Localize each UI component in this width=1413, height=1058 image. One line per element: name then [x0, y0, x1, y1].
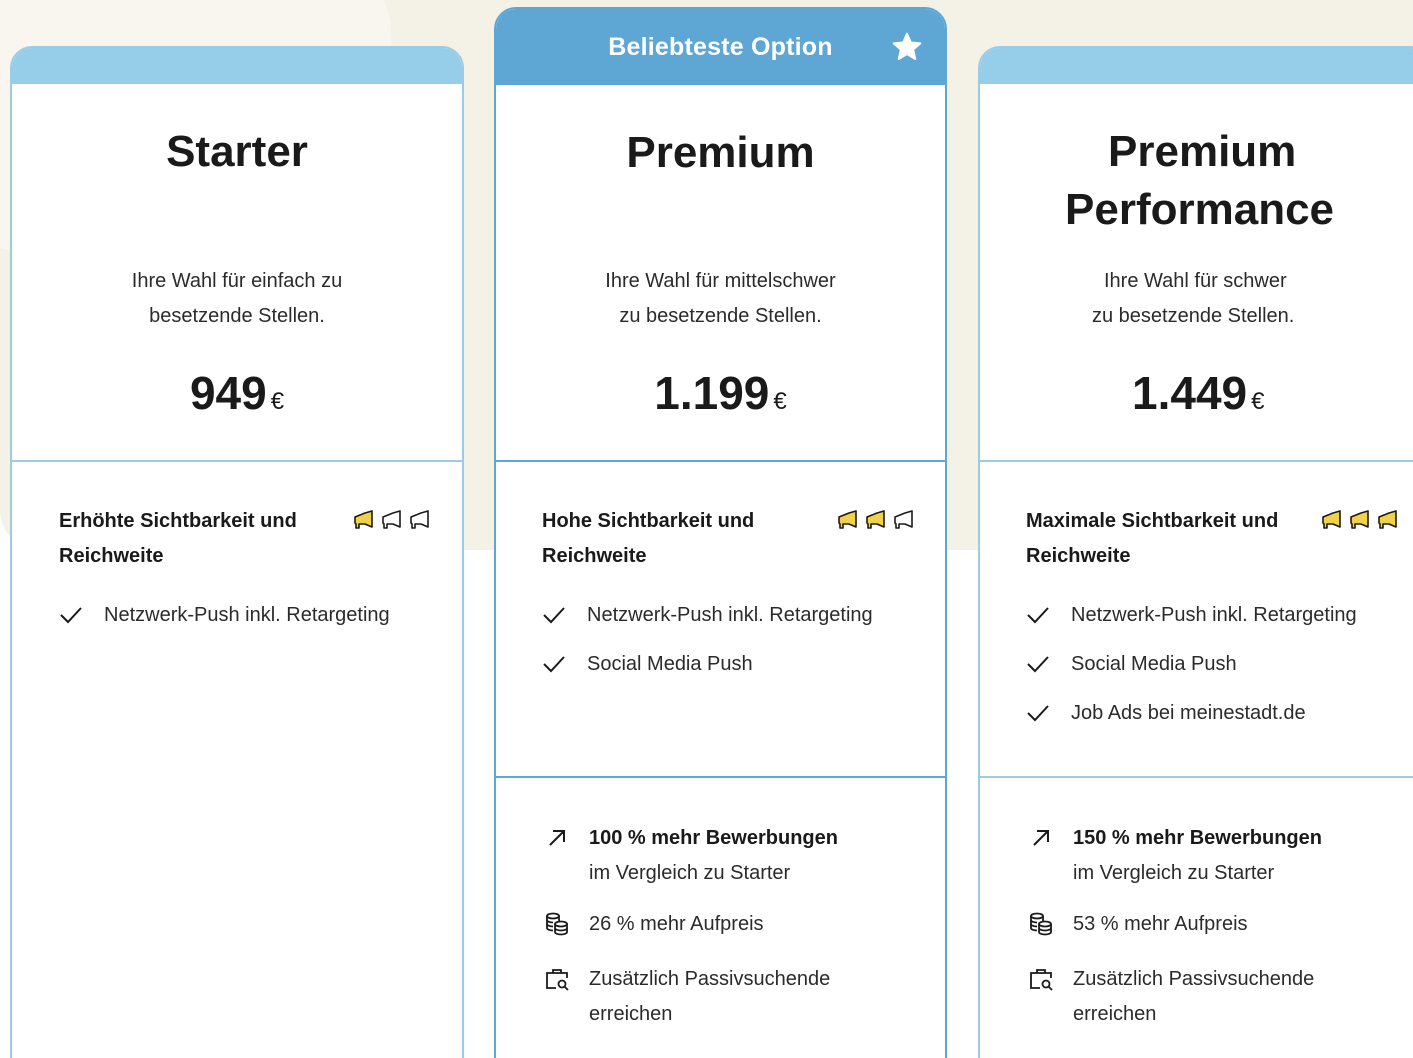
price-amount: 1.449 [1132, 367, 1248, 419]
arrow-up-right-icon [549, 830, 565, 846]
card-divider [496, 460, 945, 462]
megaphone-icon [354, 510, 373, 529]
plan-price: 949 € [12, 366, 462, 420]
check-icon [543, 656, 565, 673]
card-divider [980, 460, 1413, 462]
check-icon [60, 607, 82, 624]
megaphone-icon [1378, 510, 1397, 529]
plan-description: Ihre Wahl für schwer zu besetzende Stell… [1092, 270, 1295, 327]
plan-title: Premium [626, 128, 815, 177]
growth-stat: 100 % mehr Bewerbungen im Vergleich zu St… [544, 821, 838, 891]
check-icon [1027, 607, 1049, 624]
card-header-bar [12, 48, 462, 84]
check-icon [1027, 705, 1049, 722]
price-currency: € [270, 388, 285, 415]
megaphone-icon [866, 510, 885, 529]
megaphone-icon [894, 510, 913, 529]
surcharge-stat: 26 % mehr Aufpreis [544, 907, 764, 942]
briefcase-search-icon [546, 969, 569, 991]
card-header-bar [980, 48, 1413, 84]
card-divider [980, 776, 1413, 778]
visibility-rating [1320, 509, 1400, 531]
megaphone-icon [382, 510, 401, 529]
plan-price: 1.449 € [980, 366, 1413, 420]
megaphone-icon [838, 510, 857, 529]
feature-heading: Maximale Sichtbarkeit und Reichweite [1026, 510, 1279, 567]
plan-title: Starter [166, 127, 308, 176]
coins-icon [546, 912, 568, 936]
plan-card-starter: Starter Ihre Wahl für einfach zu besetze… [10, 46, 464, 1058]
card-divider [12, 460, 462, 462]
feature-item: Netzwerk-Push inkl. Retargeting [542, 603, 873, 627]
visibility-rating [836, 509, 916, 531]
plan-description: Ihre Wahl für mittelschwer zu besetzende… [605, 270, 836, 327]
price-currency: € [773, 388, 787, 415]
briefcase-search-icon [1030, 969, 1053, 991]
feature-item: Job Ads bei meinestadt.de [1026, 701, 1306, 725]
check-icon [543, 607, 565, 624]
feature-heading: Erhöhte Sichtbarkeit und Reichweite [59, 510, 297, 567]
star-icon [892, 32, 922, 60]
card-divider [496, 776, 945, 778]
plan-price: 1.199 € [496, 366, 945, 420]
passive-seekers-stat: Zusätzlich Passivsuchende erreichen [544, 962, 884, 1032]
megaphone-icon [1322, 510, 1341, 529]
popular-label: Beliebteste Option [608, 32, 833, 61]
feature-item: Social Media Push [542, 652, 753, 676]
price-amount: 949 [189, 367, 267, 419]
megaphone-icon [410, 510, 429, 529]
plan-description: Ihre Wahl für einfach zu besetzende Stel… [131, 270, 343, 327]
megaphone-icon [1350, 510, 1369, 529]
feature-item: Netzwerk-Push inkl. Retargeting [1026, 603, 1357, 627]
feature-heading: Hohe Sichtbarkeit und Reichweite [542, 510, 755, 567]
check-icon [1027, 656, 1049, 673]
popular-banner: Beliebteste Option [496, 9, 945, 85]
visibility-rating [352, 509, 432, 531]
feature-item: Social Media Push [1026, 652, 1237, 676]
plan-card-premium: Beliebteste Option Premium Ihre Wahl für… [494, 7, 947, 1058]
passive-seekers-stat: Zusätzlich Passivsuchende erreichen [1028, 962, 1368, 1032]
price-amount: 1.199 [654, 367, 770, 419]
plan-title: Premium Performance [1065, 127, 1335, 234]
plan-card-premium-performance: Premium Performance Ihre Wahl für schwer… [978, 46, 1413, 1058]
coins-icon [1030, 912, 1052, 936]
growth-stat: 150 % mehr Bewerbungen im Vergleich zu St… [1028, 821, 1322, 891]
arrow-up-right-icon [1033, 830, 1049, 846]
feature-item: Netzwerk-Push inkl. Retargeting [59, 603, 390, 627]
surcharge-stat: 53 % mehr Aufpreis [1028, 907, 1248, 942]
price-currency: € [1251, 388, 1265, 415]
